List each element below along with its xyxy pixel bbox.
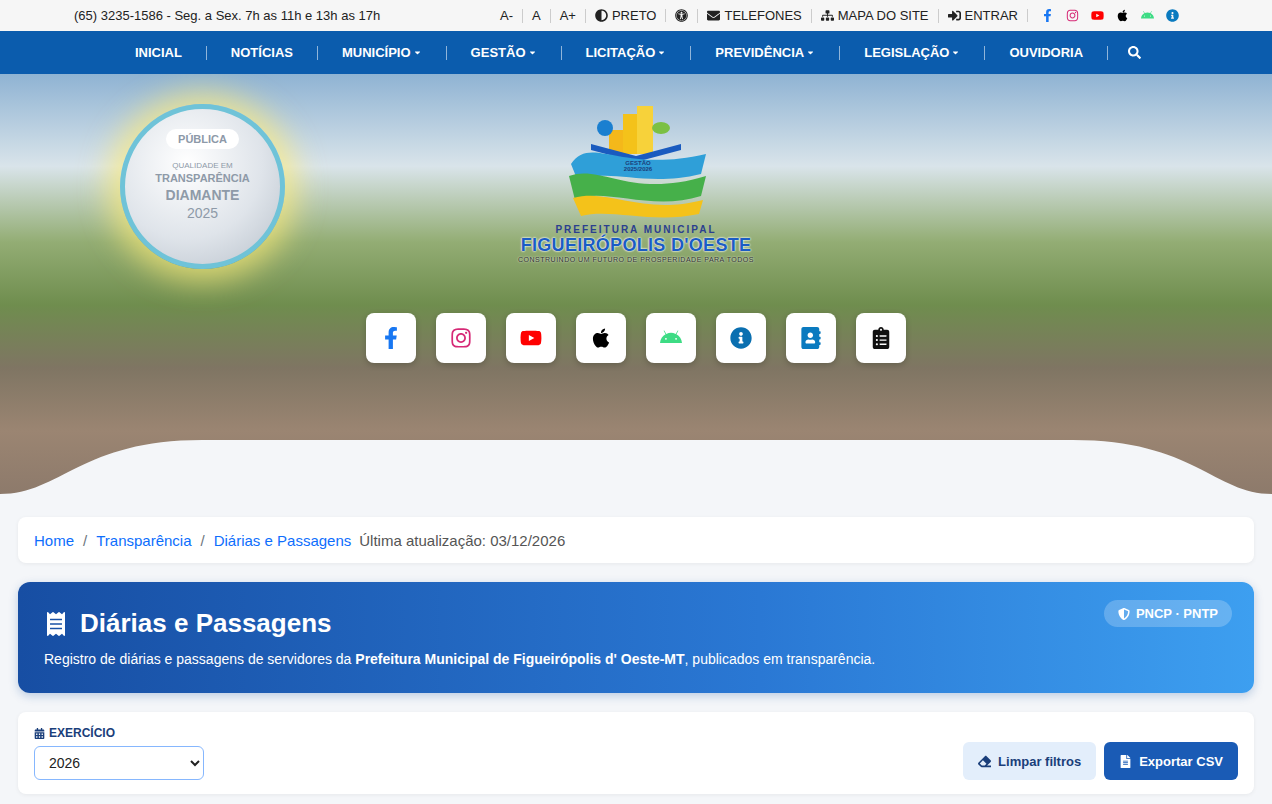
instagram-icon: [1066, 9, 1079, 22]
youtube-icon: [520, 327, 542, 349]
instagram-icon: [450, 327, 472, 349]
contrast-icon: [595, 9, 608, 22]
hero-icon-button[interactable]: [856, 313, 906, 363]
municipal-logo[interactable]: GESTÃO 2025/2026 PREFEITURA MUNICIPALFIGU…: [518, 104, 754, 263]
seal-year: 2025: [187, 205, 218, 221]
social-link[interactable]: [1087, 9, 1108, 22]
social-link[interactable]: [1137, 9, 1158, 22]
breadcrumb-link[interactable]: Transparência: [96, 532, 191, 549]
android-icon: [660, 327, 682, 349]
top-link[interactable]: ENTRAR: [938, 9, 1027, 23]
top-bar: (65) 3235-1586 - Seg. a Sex. 7h as 11h e…: [0, 0, 1272, 31]
export-csv-button[interactable]: Exportar CSV: [1104, 742, 1238, 780]
filter-bar: EXERCÍCIO 2026 Limpar filtrosExportar CSV: [18, 712, 1254, 794]
logo-tagline: CONSTRUINDO UM FUTURO DE PROSPERIDADE PA…: [518, 256, 754, 263]
font-size-control[interactable]: A+: [550, 9, 585, 23]
caret-icon: [657, 48, 666, 57]
font-size-control[interactable]: A-: [491, 9, 522, 23]
social-link[interactable]: [1162, 9, 1183, 22]
seal-line: TRANSPARÊNCIA: [155, 172, 250, 185]
year-select[interactable]: 2026: [34, 746, 204, 780]
clear-filters-button[interactable]: Limpar filtros: [963, 742, 1096, 780]
main-nav: INICIALNOTÍCIASMUNICÍPIOGESTÃOLICITAÇÃOP…: [0, 31, 1272, 74]
android-icon: [1141, 9, 1154, 22]
nav-item[interactable]: PREVIDÊNCIA: [691, 46, 840, 60]
shield-icon: [1118, 608, 1130, 620]
search-button[interactable]: [1108, 46, 1161, 59]
top-link[interactable]: MAPA DO SITE: [811, 9, 938, 23]
info-icon: [730, 327, 752, 349]
contacts-icon: [800, 327, 822, 349]
breadcrumb: Home / Transparência / Diárias e Passagens Úl…: [18, 517, 1254, 563]
apple-icon: [590, 327, 612, 349]
year-label: EXERCÍCIO: [34, 726, 204, 740]
logo-name: FIGUEIRÓPOLIS D'OESTE: [521, 235, 752, 256]
hero-icon-button[interactable]: [506, 313, 556, 363]
hero-icon-button[interactable]: [716, 313, 766, 363]
social-link[interactable]: [1112, 9, 1133, 22]
hero-icon-button[interactable]: [576, 313, 626, 363]
nav-item[interactable]: MUNICÍPIO: [318, 46, 447, 60]
nav-item[interactable]: LICITAÇÃO: [562, 46, 692, 60]
seal-line: QUALIDADE EM: [172, 161, 232, 170]
youtube-icon: [1091, 9, 1104, 22]
facebook-icon: [380, 327, 402, 349]
caret-icon: [413, 48, 422, 57]
contrast-toggle[interactable]: PRETO: [585, 9, 666, 23]
sitemap-icon: [821, 9, 834, 22]
sign-in-icon: [948, 9, 961, 22]
accessibility-icon: [675, 9, 688, 22]
clipboard-icon: [870, 327, 892, 349]
breadcrumb-link[interactable]: Diárias e Passagens: [214, 532, 352, 549]
page-description: Registro de diárias e passagens de servi…: [44, 651, 1228, 667]
caret-icon: [951, 48, 960, 57]
breadcrumb-link[interactable]: Home: [34, 532, 74, 549]
hero-banner: PÚBLICA QUALIDADE EM TRANSPARÊNCIA DIAMANTE…: [0, 74, 1272, 494]
nav-item[interactable]: NOTÍCIAS: [207, 46, 318, 60]
info-icon: [1166, 9, 1179, 22]
hero-icon-button[interactable]: [646, 313, 696, 363]
receipt-icon: [44, 612, 68, 636]
top-links: A-AA+PRETO TELEFONESMAPA DO SITEENTRAR: [491, 9, 1192, 23]
nav-item[interactable]: GESTÃO: [447, 46, 562, 60]
page-title: Diárias e Passagens: [80, 608, 332, 639]
envelope-icon: [707, 9, 720, 22]
accessibility-button[interactable]: [665, 9, 697, 22]
seal-top: PÚBLICA: [166, 129, 239, 149]
social-link[interactable]: [1037, 9, 1058, 22]
font-size-control[interactable]: A: [522, 9, 550, 23]
year-field: EXERCÍCIO 2026: [34, 726, 204, 780]
top-link[interactable]: TELEFONES: [697, 9, 810, 23]
social-link[interactable]: [1062, 9, 1083, 22]
filter-actions: Limpar filtrosExportar CSV: [963, 742, 1238, 780]
nav-item[interactable]: LEGISLAÇÃO: [840, 46, 985, 60]
logo-term: GESTÃO 2025/2026: [618, 160, 658, 172]
calendar-icon: [34, 728, 45, 739]
hero-icon-button[interactable]: [366, 313, 416, 363]
page-header: Diárias e Passagens Registro de diárias e…: [18, 582, 1254, 693]
wave-divider: [0, 438, 1272, 494]
eraser-icon: [978, 755, 991, 768]
breadcrumb-separator: /: [201, 532, 205, 549]
search-icon: [1128, 46, 1141, 59]
caret-icon: [806, 48, 815, 57]
seal-line: DIAMANTE: [166, 187, 240, 203]
caret-icon: [528, 48, 537, 57]
page-content: Home / Transparência / Diárias e Passagens Úl…: [0, 494, 1272, 804]
pncp-badge: PNCP · PNTP: [1104, 600, 1232, 627]
last-updated: Última atualização: 03/12/2026: [359, 532, 565, 549]
social-links: [1027, 9, 1192, 22]
nav-item[interactable]: INICIAL: [111, 46, 207, 60]
hero-icon-button[interactable]: [786, 313, 836, 363]
transparency-seal: PÚBLICA QUALIDADE EM TRANSPARÊNCIA DIAMANTE…: [120, 104, 285, 269]
hero-icon-row: [366, 313, 906, 363]
file-icon: [1119, 755, 1132, 768]
contact-phone: (65) 3235-1586 - Seg. a Sex. 7h as 11h e…: [74, 8, 380, 23]
facebook-icon: [1041, 9, 1054, 22]
breadcrumb-separator: /: [83, 532, 87, 549]
apple-icon: [1116, 9, 1129, 22]
nav-item[interactable]: OUVIDORIA: [985, 46, 1108, 60]
logo-name-top: PREFEITURA MUNICIPAL: [555, 224, 716, 235]
hero-icon-button[interactable]: [436, 313, 486, 363]
